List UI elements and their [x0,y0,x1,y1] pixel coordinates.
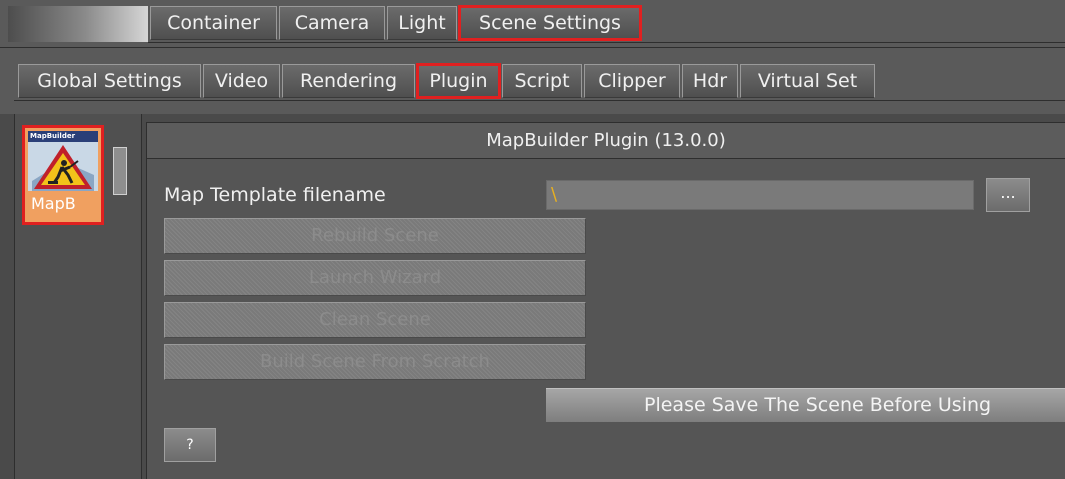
divider [14,100,1065,101]
launch-wizard-button[interactable]: Launch Wizard [164,260,586,296]
browse-button[interactable]: ... [986,178,1030,212]
tab-script[interactable]: Script [502,64,582,98]
rebuild-scene-button[interactable]: Rebuild Scene [164,218,586,254]
tab-rendering[interactable]: Rendering [282,64,415,98]
clean-scene-button[interactable]: Clean Scene [164,302,586,338]
tab-virtual-set[interactable]: Virtual Set [740,64,875,98]
tab-clipper[interactable]: Clipper [584,64,680,98]
plugin-item-mapbuilder[interactable]: MapBuilder MapB [22,125,104,225]
tab-container[interactable]: Container [150,6,277,40]
tab-hdr[interactable]: Hdr [682,64,738,98]
tab-camera[interactable]: Camera [279,6,385,40]
divider [148,42,1065,43]
tab-video[interactable]: Video [203,64,280,98]
tab-light[interactable]: Light [387,6,457,40]
plugin-list-scrollbar[interactable] [113,147,127,195]
tab-global-settings[interactable]: Global Settings [18,64,201,98]
construction-warning-icon: MapBuilder [28,131,98,191]
map-template-input[interactable]: \ [546,180,974,210]
plugin-item-label: MapB [31,194,76,213]
tab-scene-settings[interactable]: Scene Settings [458,5,642,41]
save-notice: Please Save The Scene Before Using [546,388,1065,422]
tab-bar-gradient [8,6,148,42]
plugin-panel [146,122,1065,479]
build-scene-from-scratch-button[interactable]: Build Scene From Scratch [164,344,586,380]
panel-title: MapBuilder Plugin (13.0.0) [147,123,1065,159]
help-button[interactable]: ? [164,428,216,462]
tab-plugin[interactable]: Plugin [416,63,501,99]
map-template-label: Map Template filename [164,184,386,206]
